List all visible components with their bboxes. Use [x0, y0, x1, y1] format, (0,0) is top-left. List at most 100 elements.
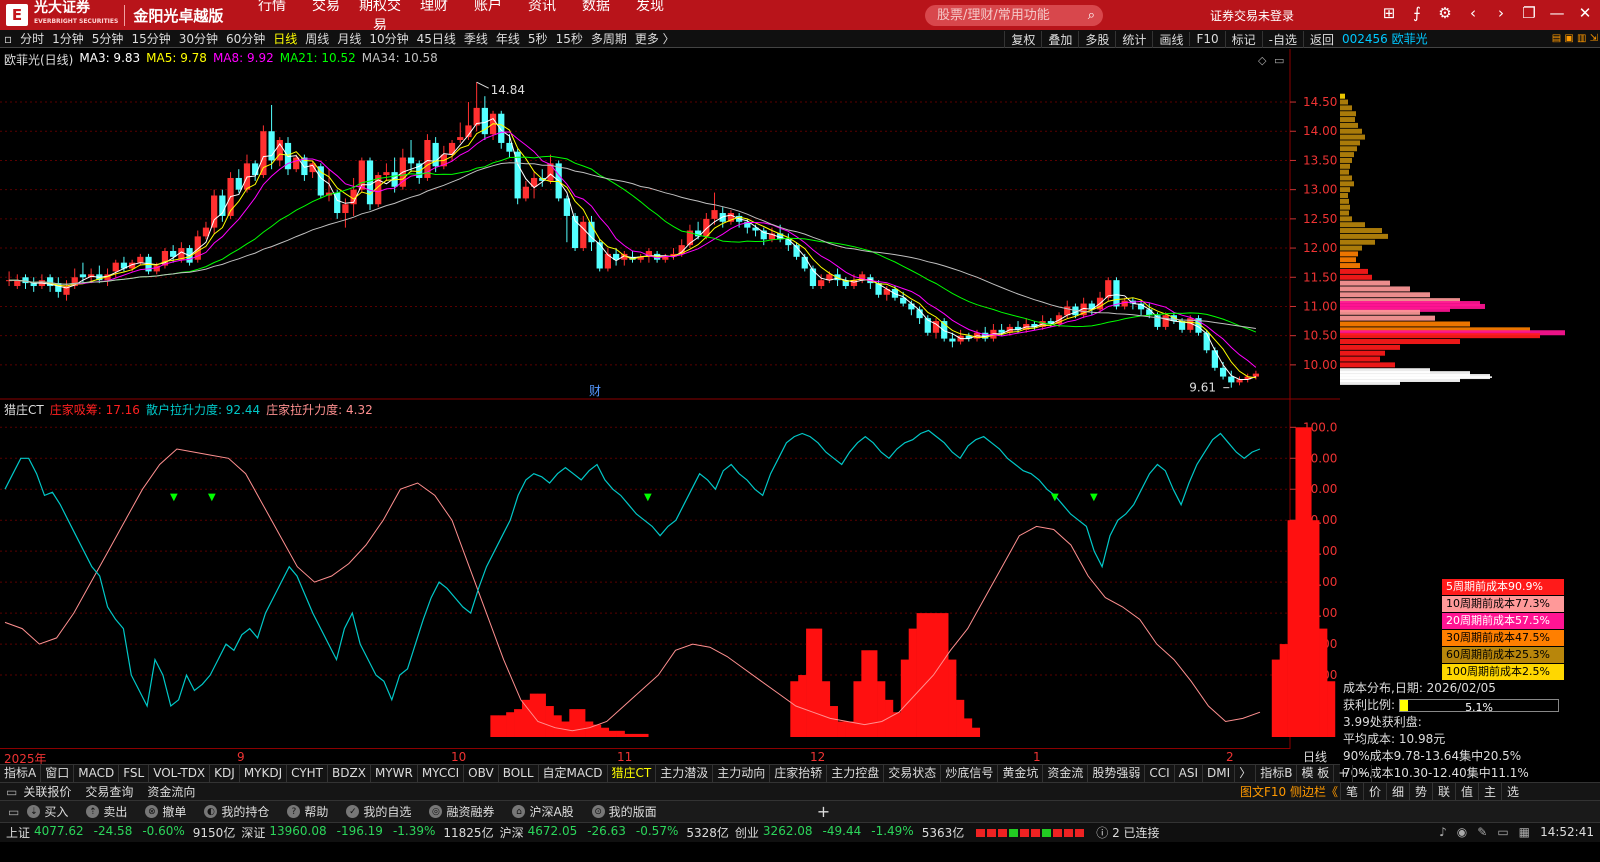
indicator-tab[interactable]: 交易状态 — [884, 765, 942, 782]
chart-tool[interactable]: 统计 — [1115, 30, 1152, 48]
period-item[interactable]: 1分钟 — [48, 30, 88, 47]
period-item[interactable]: 日线 — [269, 30, 301, 47]
layout-icon[interactable]: ▦ — [1519, 825, 1530, 839]
period-item[interactable]: 周线 — [301, 30, 333, 47]
indicator-tab[interactable]: 资金流 — [1043, 765, 1089, 782]
bottom-link[interactable]: 交易查询 — [85, 785, 133, 799]
login-status[interactable]: 证券交易未登录 — [1210, 7, 1294, 24]
indicator-tab[interactable]: 股势强弱 — [1088, 765, 1146, 782]
indicator-tab[interactable]: 指标B — [1256, 765, 1298, 782]
bottom-link[interactable]: 资金流向 — [147, 785, 195, 799]
kline-chart[interactable]: 14.50 14.00 13.50 13.00 12.50 12.00 11.50 11.00… — [0, 49, 1340, 749]
search-input[interactable]: 股票/理财/常用功能 ⌕ — [925, 5, 1103, 26]
minimize-icon[interactable]: — — [1548, 4, 1566, 22]
period-item[interactable]: 多周期 — [587, 30, 631, 47]
period-item[interactable]: 更多 〉 — [631, 30, 679, 47]
right-tab[interactable]: 细 — [1386, 783, 1409, 801]
right-tab[interactable]: 联 — [1432, 783, 1455, 801]
period-item[interactable]: 月线 — [333, 30, 365, 47]
a-share-button[interactable]: ⌂ 沪深A股 — [512, 803, 574, 820]
index-name[interactable]: 创业 — [735, 824, 759, 841]
indicator-tab[interactable]: 主力动向 — [713, 765, 771, 782]
indicator-tab[interactable]: DMI — [1203, 765, 1236, 782]
period-item[interactable]: 5分钟 — [88, 30, 128, 47]
windows-grid-icon[interactable]: ⊞ — [1380, 4, 1398, 22]
indicator-tab[interactable]: 自定MACD — [539, 765, 608, 782]
gear-icon[interactable]: ⚙ — [1436, 4, 1454, 22]
indicator-tab[interactable]: ASI — [1175, 765, 1204, 782]
connection-status[interactable]: ⓘ 2 已连接 — [1096, 824, 1159, 841]
indicator-tab[interactable]: MACD — [74, 765, 120, 782]
indicator-tab[interactable]: 庄家抬轿 — [770, 765, 828, 782]
period-item[interactable]: 15分钟 — [127, 30, 174, 47]
right-tab[interactable]: 价 — [1363, 783, 1386, 801]
note-icon[interactable]: ✎ — [1477, 825, 1487, 839]
layout-button[interactable]: ⊙ 我的版面 — [591, 803, 657, 820]
stock-title[interactable]: 002456 欧菲光 — [1342, 32, 1428, 46]
period-item[interactable]: 10分钟 — [365, 30, 412, 47]
period-item[interactable]: 15秒 — [552, 30, 587, 47]
indicator-tab[interactable]: VOL-TDX — [149, 765, 211, 782]
right-tab[interactable]: 选 — [1501, 783, 1524, 801]
index-name[interactable]: 沪深 — [500, 824, 524, 841]
user-icon[interactable]: ◉ — [1457, 825, 1467, 839]
indicator-tab[interactable]: − — [1353, 765, 1373, 782]
indicator-tab[interactable]: MYCCI — [418, 765, 465, 782]
monitor-icon[interactable]: ▭ — [1497, 825, 1508, 839]
chart-tool[interactable]: 复权 — [1004, 30, 1041, 48]
buy-button[interactable]: ⇣ 买入 — [27, 803, 68, 820]
close-icon[interactable]: ✕ — [1576, 4, 1594, 22]
indicator-tab[interactable]: CYHT — [287, 765, 329, 782]
index-name[interactable]: 上证 — [6, 824, 30, 841]
chart-tool[interactable]: 叠加 — [1041, 30, 1078, 48]
cancel-button[interactable]: ⊗ 撤单 — [145, 803, 186, 820]
indicator-tab[interactable]: FSL — [119, 765, 150, 782]
panel-icons[interactable]: ▤ ▣ ▥ ⇲ — [1552, 30, 1598, 48]
right-tab[interactable]: 笔 — [1340, 783, 1363, 801]
formula-icon[interactable]: ⨍ — [1408, 4, 1426, 22]
forward-icon[interactable]: › — [1492, 4, 1510, 22]
chart-tool[interactable]: 返回 — [1302, 30, 1340, 48]
margin-button[interactable]: ◎ 融资融券 — [429, 803, 494, 820]
period-item[interactable]: 年线 — [492, 30, 524, 47]
period-item[interactable]: 5秒 — [524, 30, 552, 47]
indicator-tab[interactable]: OBV — [464, 765, 499, 782]
indicator-tab[interactable]: KDJ — [210, 765, 240, 782]
indicator-tab[interactable]: MYKDJ — [240, 765, 288, 782]
watchlist-button[interactable]: ✓ 我的自选 — [346, 803, 411, 820]
bottom-link[interactable]: 关联报价 — [23, 785, 71, 799]
back-icon[interactable]: ‹ — [1464, 4, 1482, 22]
search-icon[interactable]: ⌕ — [1088, 5, 1095, 26]
indicator-tab[interactable]: BDZX — [328, 765, 371, 782]
chart-tool[interactable]: 多股 — [1078, 30, 1115, 48]
chart-tool[interactable]: F10 — [1189, 32, 1224, 46]
indicator-tab[interactable]: 模 板 — [1297, 765, 1335, 782]
add-button[interactable]: + — [817, 802, 830, 821]
indicator-tab[interactable]: 〉 — [1235, 765, 1257, 782]
restore-icon[interactable]: ❐ — [1520, 4, 1538, 22]
indicator-tab[interactable]: CCI — [1145, 765, 1175, 782]
help-button[interactable]: ? 帮助 — [287, 803, 328, 820]
period-item[interactable]: 45日线 — [413, 30, 460, 47]
right-tab[interactable]: 值 — [1455, 783, 1478, 801]
index-name[interactable]: 深证 — [241, 824, 265, 841]
bell-icon[interactable]: ♪ — [1439, 825, 1447, 839]
panel-icon[interactable]: ▭ — [8, 805, 19, 819]
side-panel-button[interactable]: 图文F10 侧边栏《 — [1240, 783, 1338, 801]
right-tab[interactable]: 主 — [1478, 783, 1501, 801]
indicator-tab[interactable]: 猎庄CT — [608, 765, 657, 782]
period-item[interactable]: 30分钟 — [175, 30, 222, 47]
indicator-tab[interactable]: 窗口 — [41, 765, 75, 782]
indicator-tab[interactable]: 主力潜汲 — [656, 765, 714, 782]
indicator-tab[interactable]: 黄金坑 — [998, 765, 1044, 782]
indicator-tab[interactable]: BOLL — [499, 765, 539, 782]
chart-tool[interactable]: 标记 — [1224, 30, 1262, 48]
chart-tool[interactable]: -自选 — [1261, 30, 1303, 48]
period-label[interactable]: 日线 — [1290, 748, 1340, 764]
sell-button[interactable]: ⇡ 卖出 — [86, 803, 127, 820]
indicator-tab[interactable]: + — [1334, 765, 1354, 782]
indicator-tab[interactable]: MYWR — [371, 765, 418, 782]
indicator-tab[interactable]: 炒底信号 — [941, 765, 999, 782]
right-tab[interactable]: 势 — [1409, 783, 1432, 801]
panel-icon[interactable]: ▭ — [6, 785, 17, 799]
